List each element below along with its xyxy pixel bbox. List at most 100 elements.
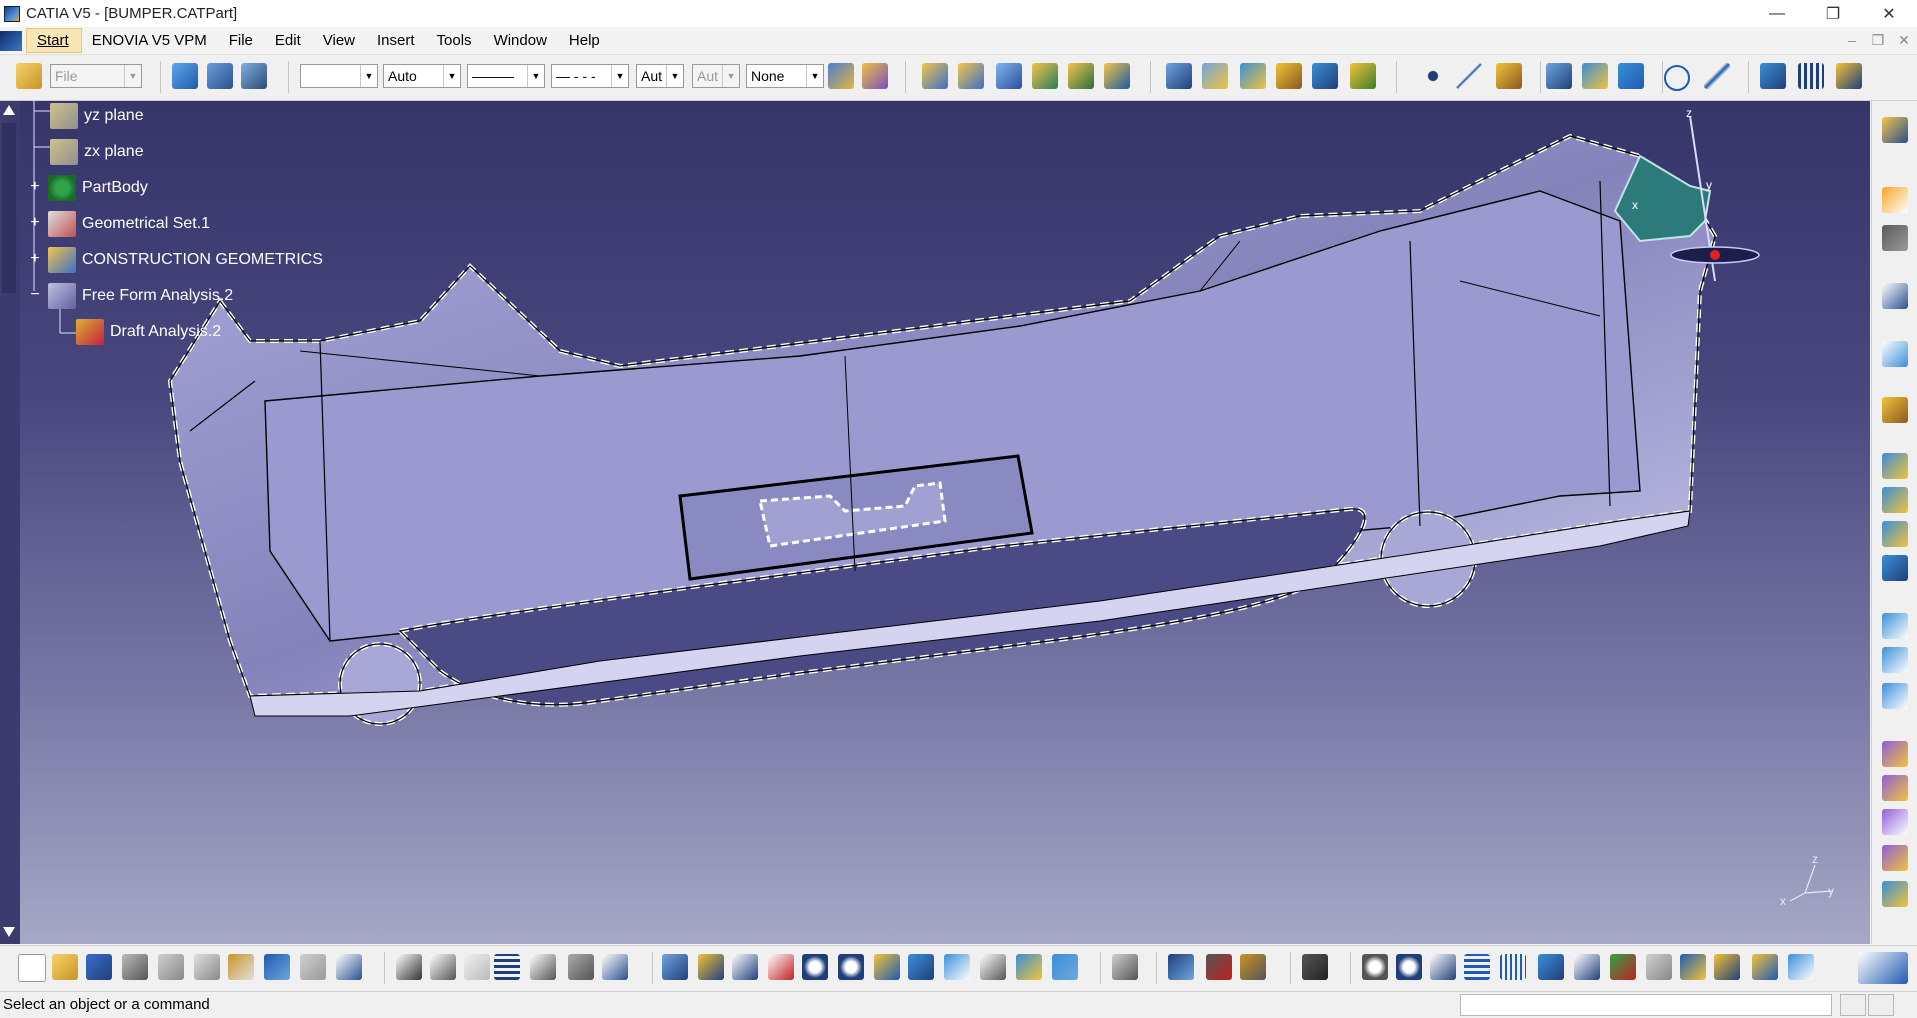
doc-close-button[interactable]: ✕: [1891, 32, 1917, 49]
cut-icon[interactable]: [158, 954, 184, 980]
analysis-icon-5[interactable]: [1882, 881, 1908, 907]
iso-view-icon[interactable]: [944, 954, 970, 980]
tree-item-draft-analysis[interactable]: Draft Analysis.2: [76, 317, 221, 347]
scroll-thumb[interactable]: [2, 123, 16, 293]
catalog-browser-icon[interactable]: [568, 954, 594, 980]
surface-icon-1[interactable]: [1882, 453, 1908, 479]
multi-view-icon[interactable]: [908, 954, 934, 980]
operation-icon-1[interactable]: [1882, 613, 1908, 639]
plane-support-icon[interactable]: [1574, 954, 1600, 980]
line-weight-combo[interactable]: ——— ▼: [467, 64, 545, 88]
split-icon[interactable]: [1240, 63, 1266, 89]
whats-this-icon[interactable]: [241, 63, 267, 89]
analysis-icon-1[interactable]: [1882, 741, 1908, 767]
analysis-icon-2[interactable]: [1882, 775, 1908, 801]
analysis-icon-4[interactable]: [1882, 845, 1908, 871]
status-button-2[interactable]: [1868, 994, 1894, 1016]
menu-insert[interactable]: Insert: [367, 27, 427, 54]
capture-icon[interactable]: [1302, 954, 1328, 980]
copy-icon[interactable]: [194, 954, 220, 980]
none-combo[interactable]: None ▼: [746, 64, 824, 88]
sketcher-icon[interactable]: [1882, 117, 1908, 143]
line-icon[interactable]: [1456, 63, 1482, 89]
graphic-properties-icon[interactable]: [862, 63, 888, 89]
pan-icon[interactable]: [732, 954, 758, 980]
menu-view[interactable]: View: [313, 27, 367, 54]
close-button[interactable]: ✕: [1861, 0, 1917, 27]
collapse-minus-icon[interactable]: −: [28, 287, 42, 303]
measure-item-icon[interactable]: [1206, 954, 1232, 980]
tree-item-free-form-analysis[interactable]: − Free Form Analysis.2: [28, 281, 233, 311]
expand-plus-icon[interactable]: +: [28, 179, 42, 195]
menu-window[interactable]: Window: [484, 27, 559, 54]
multi-section-icon[interactable]: [1104, 63, 1130, 89]
curve-analysis-icon[interactable]: [1882, 341, 1908, 367]
open-icon[interactable]: [52, 954, 78, 980]
fit-all-icon[interactable]: [698, 954, 724, 980]
extract-icon[interactable]: [1312, 63, 1338, 89]
menu-edit[interactable]: Edit: [265, 27, 313, 54]
comment-icon[interactable]: [430, 954, 456, 980]
pattern-icon[interactable]: [1798, 63, 1824, 89]
fill-icon[interactable]: [1068, 63, 1094, 89]
tree-item-zx-plane[interactable]: zx plane: [50, 137, 144, 167]
operation-icon-2[interactable]: [1882, 647, 1908, 673]
sphere-surface-icon[interactable]: [996, 63, 1022, 89]
open-folder-icon[interactable]: [16, 63, 42, 89]
undo-icon[interactable]: [264, 954, 290, 980]
fillet-icon[interactable]: [1350, 63, 1376, 89]
expand-plus-icon[interactable]: +: [28, 215, 42, 231]
surface-icon-4[interactable]: [1882, 555, 1908, 581]
tree-item-yz-plane[interactable]: yz plane: [50, 101, 144, 131]
menu-enovia[interactable]: ENOVIA V5 VPM: [82, 27, 219, 54]
layer-combo[interactable]: Aut ▼: [636, 64, 684, 88]
parameters-icon[interactable]: [1752, 954, 1778, 980]
projection-icon[interactable]: [1546, 63, 1572, 89]
healing-icon[interactable]: [1202, 63, 1228, 89]
bumper-part-geometry[interactable]: z x y z x y: [0, 101, 1870, 944]
extrude-icon[interactable]: [922, 63, 948, 89]
hide-show-icon[interactable]: [1016, 954, 1042, 980]
command-input[interactable]: [1460, 994, 1832, 1016]
surface-icon-3[interactable]: [1882, 521, 1908, 547]
minimize-button[interactable]: —: [1749, 0, 1805, 27]
file-combo[interactable]: File ▼: [50, 64, 142, 88]
surface-icon-2[interactable]: [1882, 487, 1908, 513]
multi-catalog-icon[interactable]: [207, 63, 233, 89]
wireframe-icon[interactable]: [1882, 397, 1908, 423]
operation-icon-3[interactable]: [1882, 683, 1908, 709]
macro-icon[interactable]: [602, 954, 628, 980]
tree-icon[interactable]: [1464, 954, 1490, 980]
tree-scrollbar[interactable]: [0, 101, 20, 944]
expand-plus-icon[interactable]: +: [28, 251, 42, 267]
measure-icon-1[interactable]: [1112, 954, 1138, 980]
design-table-icon[interactable]: [494, 954, 520, 980]
zoom-out-icon[interactable]: [838, 954, 864, 980]
spline-icon[interactable]: [1704, 63, 1730, 89]
walk-icon[interactable]: [1396, 954, 1422, 980]
render-icon[interactable]: [1362, 954, 1388, 980]
select-arrow-icon[interactable]: [1882, 187, 1908, 213]
swap-space-icon[interactable]: [1052, 954, 1078, 980]
fly-mode-icon[interactable]: [662, 954, 688, 980]
plane-tool-icon[interactable]: [1496, 63, 1522, 89]
transparency-combo[interactable]: Auto ▼: [383, 64, 461, 88]
knowledge-inspector-icon[interactable]: [1714, 954, 1740, 980]
save-icon[interactable]: [86, 954, 112, 980]
power-copy-icon[interactable]: [1836, 63, 1862, 89]
doc-minimize-button[interactable]: –: [1839, 32, 1865, 49]
law-icon[interactable]: [530, 954, 556, 980]
work-on-support-icon[interactable]: [1538, 954, 1564, 980]
grid-icon[interactable]: [1500, 954, 1526, 980]
line-type-combo[interactable]: — - - - ▼: [551, 64, 629, 88]
rotate-icon[interactable]: [768, 954, 794, 980]
whats-this-help-icon[interactable]: [336, 954, 362, 980]
tree-item-geometrical-set[interactable]: + Geometrical Set.1: [28, 209, 210, 239]
normal-view-icon[interactable]: [874, 954, 900, 980]
menu-help[interactable]: Help: [559, 27, 612, 54]
scroll-up-arrow-icon[interactable]: [3, 105, 15, 115]
trim-icon[interactable]: [1276, 63, 1302, 89]
doc-restore-button[interactable]: ❐: [1865, 32, 1891, 49]
analysis-icon-3[interactable]: [1882, 809, 1908, 835]
tree-item-construction-geometrics[interactable]: + CONSTRUCTION GEOMETRICS: [28, 245, 323, 275]
